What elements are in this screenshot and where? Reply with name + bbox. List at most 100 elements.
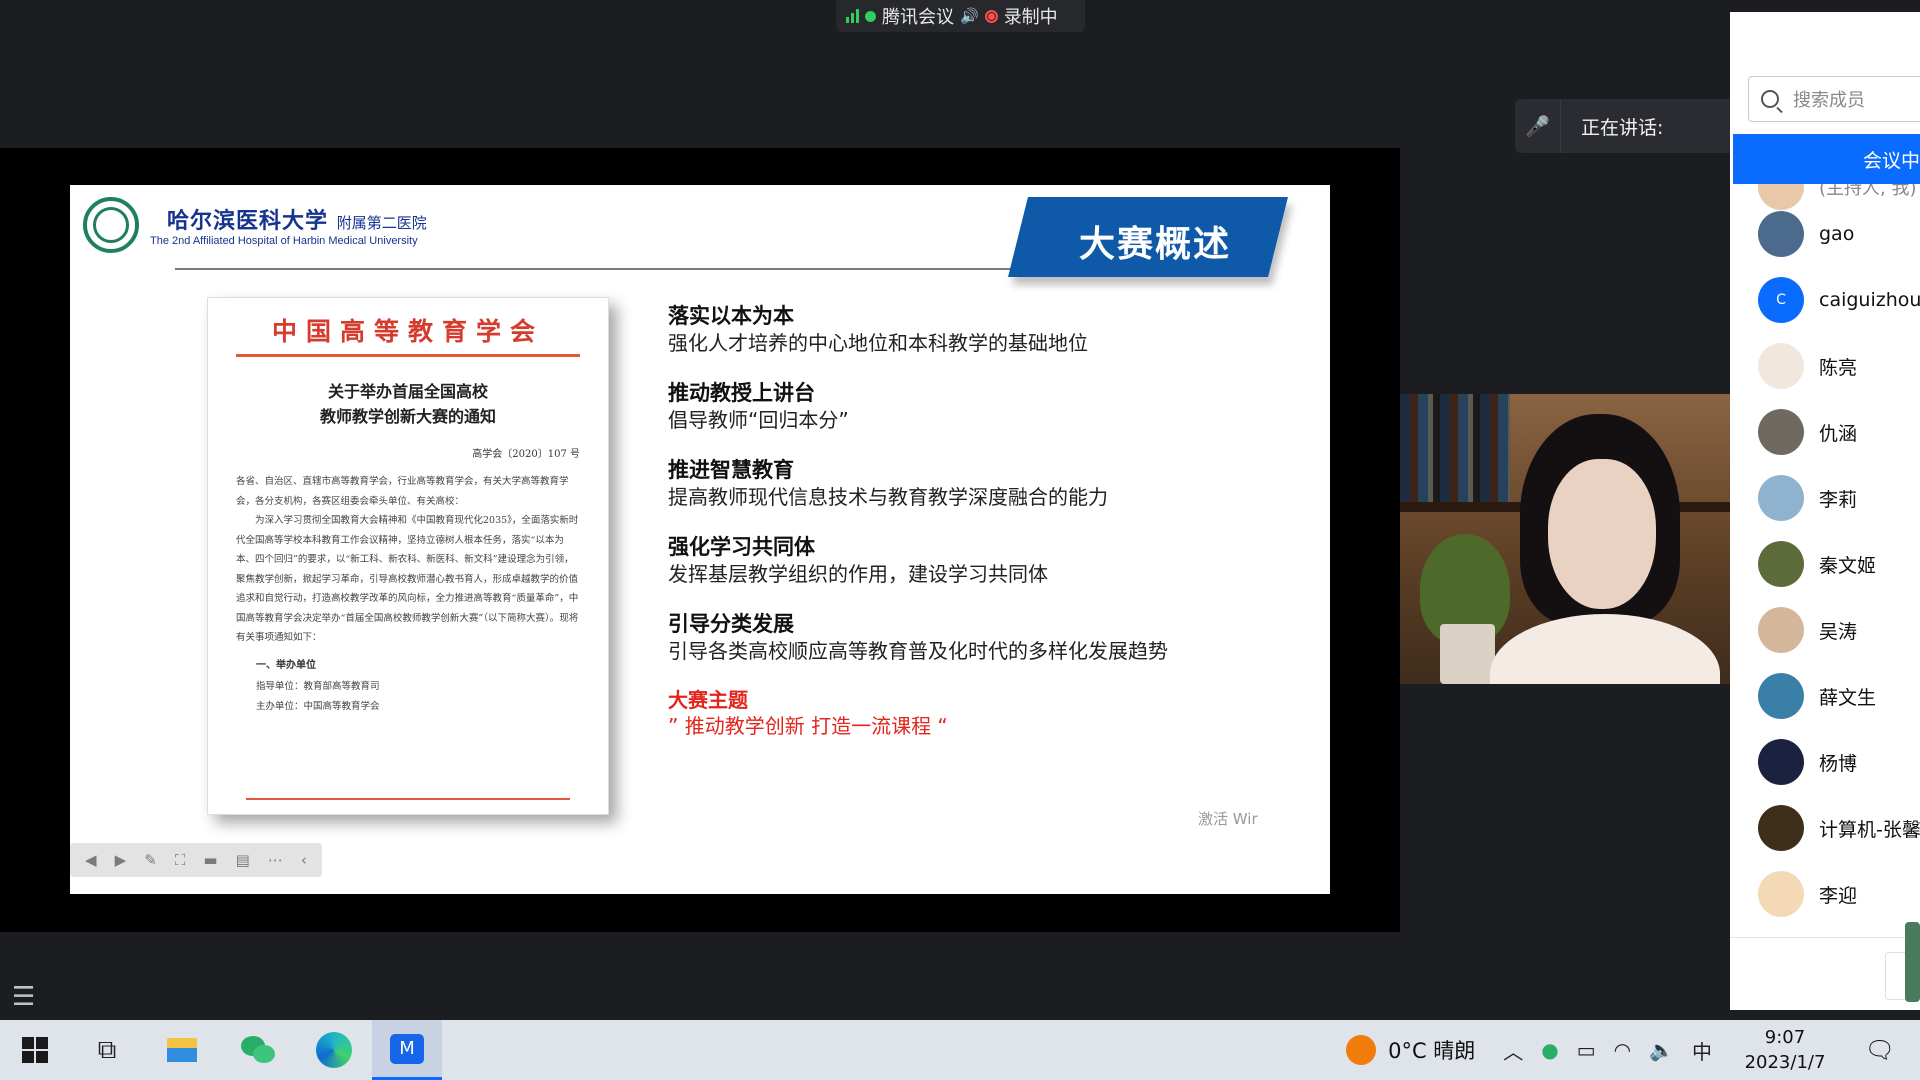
mic-muted-icon: 🎤: [1515, 99, 1561, 153]
wechat-tray-icon[interactable]: ●: [1541, 1038, 1558, 1062]
signal-icon: [846, 9, 859, 23]
screen-icon[interactable]: ▬: [203, 851, 217, 869]
list-icon[interactable]: ☰: [12, 982, 35, 1012]
tab-label: 会议中: [1862, 149, 1920, 172]
speaking-indicator: 🎤 正在讲话:: [1515, 99, 1735, 153]
meeting-icon: M: [390, 1033, 424, 1064]
university-name-cn: 哈尔滨医科大学: [167, 208, 329, 234]
notification-icon[interactable]: 🗨: [1840, 1036, 1920, 1064]
member-name: caiguizhou: [1819, 289, 1920, 311]
doc-unit-2: 主办单位：中国高等教育学会: [256, 700, 380, 712]
edge-button[interactable]: [296, 1020, 372, 1080]
doc-title-1: 关于举办首届全国高校: [327, 382, 488, 401]
clock[interactable]: 9:07 2023/1/7: [1730, 1025, 1840, 1075]
member-name: 计算机-张馨: [1819, 818, 1920, 841]
chevron-up-icon[interactable]: ︿: [1503, 1036, 1523, 1065]
screen-share-area[interactable]: 哈尔滨医科大学 附属第二医院 The 2nd Affiliated Hospit…: [0, 148, 1400, 1012]
prev-slide-icon[interactable]: ◀: [85, 851, 97, 869]
tab-in-meeting[interactable]: 会议中: [1733, 134, 1920, 184]
slide-title: 大赛概述: [1078, 223, 1231, 265]
point-heading: 落实以本为本: [668, 304, 794, 328]
task-view-button[interactable]: ⧉: [70, 1020, 144, 1080]
member-item[interactable]: 陈亮: [1758, 342, 1920, 390]
doc-number: 高学会〔2020〕107 号: [472, 449, 580, 460]
app-name: 腾讯会议: [882, 7, 954, 28]
member-name: 李迎: [1819, 884, 1858, 907]
member-host[interactable]: (主持人, 我): [1758, 184, 1917, 210]
avatar: [1758, 409, 1804, 455]
member-item[interactable]: 杨博: [1758, 738, 1920, 786]
wechat-button[interactable]: [220, 1020, 296, 1080]
member-item[interactable]: 计算机-张馨: [1758, 804, 1920, 852]
point: 引导分类发展 引导各类高校顺应高等教育普及化时代的多样化发展趋势: [668, 611, 1288, 665]
weather-text: 0°C 晴朗: [1388, 1039, 1476, 1063]
more-icon[interactable]: ⋯: [268, 851, 283, 869]
volume-icon[interactable]: 🔈: [1649, 1038, 1674, 1062]
member-item[interactable]: 李迎: [1758, 870, 1920, 918]
member-item[interactable]: Ccaiguizhou: [1758, 276, 1920, 324]
university-name: 哈尔滨医科大学 附属第二医院: [167, 203, 427, 235]
pen-icon[interactable]: ✎: [144, 851, 157, 869]
next-slide-icon[interactable]: ▶: [115, 851, 127, 869]
member-name: gao: [1819, 223, 1855, 245]
network-ok-icon: [865, 10, 876, 22]
weather-widget[interactable]: 0°C 晴朗: [1346, 1035, 1475, 1065]
point: 推进智慧教育 提高教师现代信息技术与教育教学深度融合的能力: [668, 457, 1288, 511]
point: 落实以本为本强化人才培养的中心地位和本科教学的基础地位: [668, 303, 1288, 357]
member-item[interactable]: 仇涵: [1758, 408, 1920, 456]
member-name: 陈亮: [1819, 356, 1858, 379]
system-tray: 0°C 晴朗 ︿ ● ▭ ◠ 🔈 中 9:07 2023/1/7 🗨: [1346, 1020, 1920, 1080]
member-name: 仇涵: [1819, 422, 1858, 445]
point-heading: 推动教授上讲台: [668, 381, 815, 405]
member-search-input[interactable]: 搜索成员: [1748, 76, 1920, 122]
speaker-video[interactable]: [1400, 394, 1730, 684]
search-placeholder: 搜索成员: [1793, 90, 1865, 111]
fullscreen-icon[interactable]: ⛶: [175, 851, 186, 869]
panel-scrollbar[interactable]: [1905, 922, 1920, 1002]
university-name-en: The 2nd Affiliated Hospital of Harbin Me…: [150, 235, 418, 247]
doc-section: 一、举办单位: [256, 659, 316, 671]
member-name: 秦文姬: [1819, 554, 1877, 577]
wifi-icon[interactable]: ◠: [1614, 1038, 1631, 1062]
sun-icon: [1346, 1035, 1377, 1065]
avatar: [1758, 475, 1804, 521]
member-item[interactable]: 李莉: [1758, 474, 1920, 522]
avatar: C: [1758, 277, 1804, 323]
wechat-icon: [241, 1036, 275, 1064]
university-logo: [83, 197, 139, 253]
point-desc: 发挥基层教学组织的作用，建设学习共同体: [668, 562, 1048, 586]
avatar: [1758, 739, 1804, 785]
member-item[interactable]: 秦文姬: [1758, 540, 1920, 588]
start-button[interactable]: [0, 1020, 70, 1080]
collapse-icon[interactable]: ‹: [301, 851, 307, 869]
member-item[interactable]: 吴涛: [1758, 606, 1920, 654]
task-view-icon: ⧉: [97, 1034, 117, 1065]
speaker-face: [1548, 459, 1656, 609]
ime-indicator[interactable]: 中: [1692, 1036, 1712, 1065]
point: 强化学习共同体发挥基层教学组织的作用，建设学习共同体: [668, 534, 1288, 588]
file-explorer-button[interactable]: [144, 1020, 220, 1080]
doc-org: 中国高等教育学会: [271, 317, 544, 346]
battery-icon[interactable]: ▭: [1577, 1038, 1596, 1062]
recording-icon: [984, 9, 998, 23]
meeting-status-bar[interactable]: 腾讯会议 🔊 录制中: [836, 0, 1085, 32]
speaker-body: [1490, 614, 1720, 684]
doc-red-line: [236, 354, 580, 357]
tencent-meeting-button[interactable]: M: [372, 1020, 442, 1080]
contest-theme: 大赛主题” 推动教学创新 打造一流课程 “: [668, 688, 1288, 740]
avatar: [1758, 607, 1804, 653]
clock-time: 9:07: [1764, 1027, 1806, 1048]
panel-header: [1730, 12, 1920, 66]
meeting-window: 腾讯会议 🔊 录制中 🎤 正在讲话: 哈尔滨医科大学 附属第二医院 The 2n…: [0, 0, 1920, 1080]
slide-toolbar: ◀ ▶ ✎ ⛶ ▬ ▤ ⋯ ‹: [70, 843, 322, 877]
subtitle-icon[interactable]: ▤: [236, 851, 250, 869]
point-desc: 引导各类高校顺应高等教育普及化时代的多样化发展趋势: [668, 639, 1168, 663]
point-heading: 强化学习共同体: [668, 535, 815, 559]
member-list: (主持人, 我) gao Ccaiguizhou 陈亮仇涵李莉秦文姬吴涛薛文生杨博计…: [1730, 184, 1920, 938]
member-item[interactable]: 薛文生: [1758, 672, 1920, 720]
doc-para-2: 为深入学习贯彻全国教育大会精神和《中国教育现代化2035》，全面落实新时代全国高…: [236, 515, 579, 643]
activation-watermark: 激活 Wir: [1198, 810, 1258, 828]
member-item[interactable]: gao: [1758, 210, 1920, 258]
point-desc: 强化人才培养的中心地位和本科教学的基础地位: [668, 331, 1088, 355]
avatar: [1758, 184, 1804, 210]
